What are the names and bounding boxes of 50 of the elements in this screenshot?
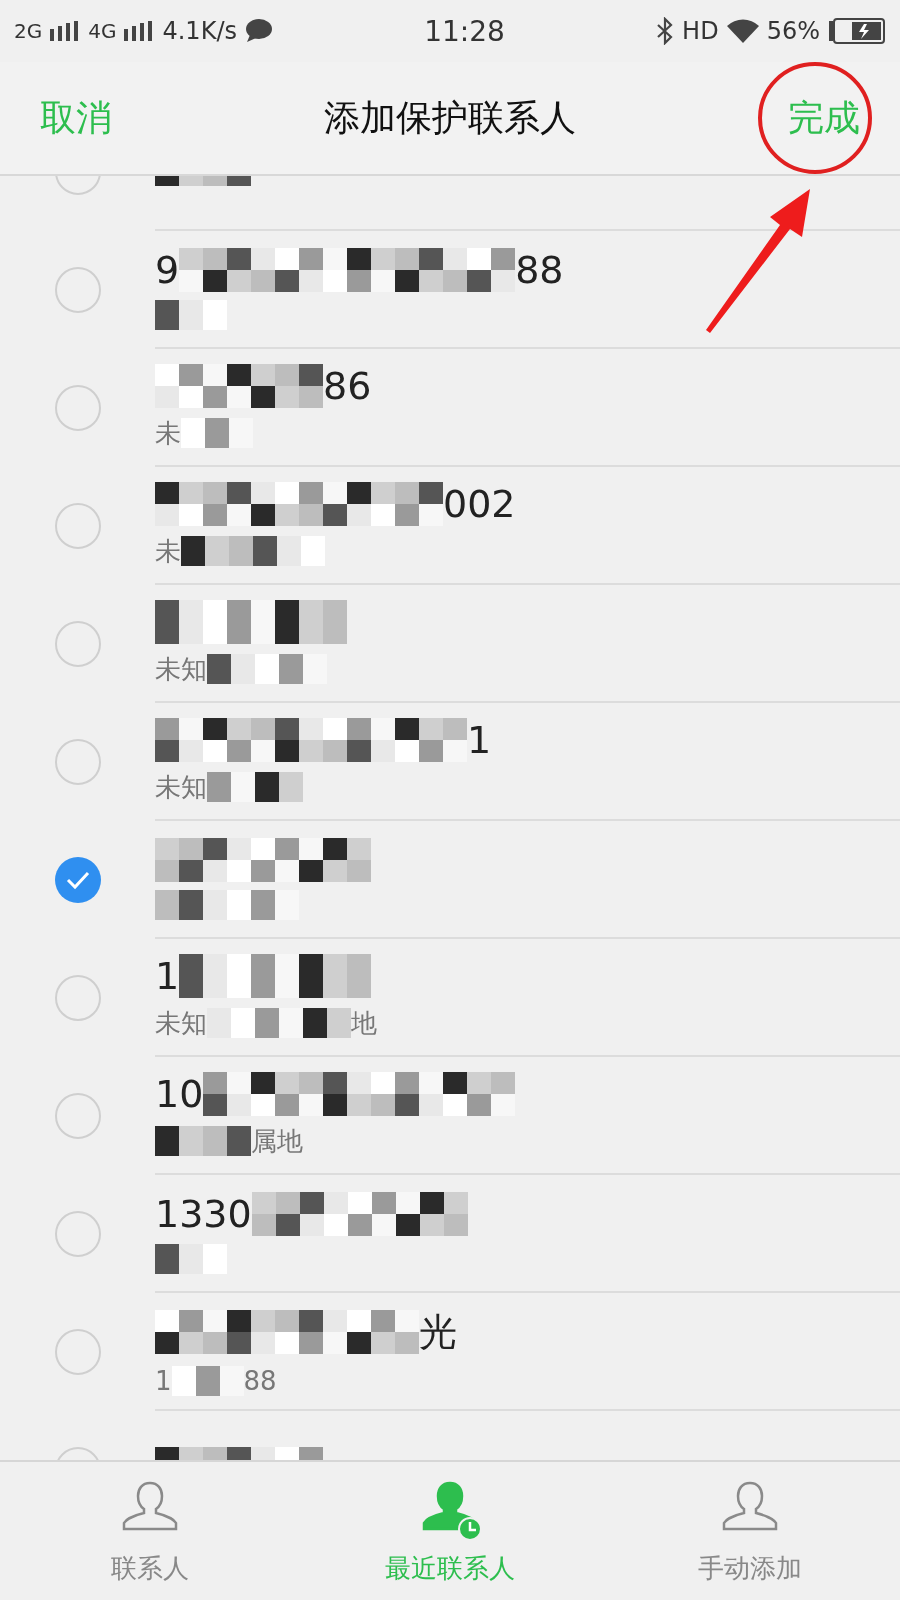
checkmark-icon: [64, 870, 91, 890]
tab[interactable]: 最近联系人: [300, 1462, 600, 1600]
tab[interactable]: 联系人: [0, 1462, 300, 1600]
battery-percent: 56%: [766, 17, 820, 45]
signal-icon: [50, 21, 81, 41]
contact-detail: 未知: [155, 652, 207, 686]
chat-bubble-icon: [244, 19, 273, 43]
wifi-icon: [726, 19, 759, 43]
contact-detail: 未: [155, 416, 181, 450]
select-checkbox[interactable]: [54, 1093, 101, 1139]
select-checkbox[interactable]: [54, 621, 101, 667]
clock-time: 11:28: [424, 14, 505, 48]
select-checkbox[interactable]: [54, 385, 101, 431]
contact-name: 1: [467, 717, 492, 762]
network-speed: 4.1K/s: [162, 17, 237, 45]
pixelated-text-drawing: [181, 418, 253, 448]
contact-detail: 属地: [251, 1124, 303, 1158]
battery-charging-icon: [828, 18, 886, 44]
bluetooth-icon: [656, 17, 675, 45]
contact-detail: 未知: [155, 1006, 207, 1040]
select-checkbox[interactable]: [54, 1329, 101, 1375]
tab[interactable]: 手动添加: [600, 1462, 900, 1600]
done-button[interactable]: 完成: [788, 87, 860, 149]
hd-label: HD: [682, 17, 719, 45]
contact-detail: 1: [155, 1365, 172, 1396]
contact-name: 9: [155, 248, 180, 292]
contact-name: 光: [419, 1308, 457, 1356]
contact-name: 1: [155, 953, 180, 998]
contact-name: 10: [155, 1071, 204, 1116]
select-checkbox[interactable]: [54, 739, 101, 785]
select-checkbox[interactable]: [54, 503, 101, 549]
contact-name: 1330: [155, 1192, 252, 1236]
page-title: 添加保护联系人: [324, 95, 576, 140]
contact-detail: 未: [155, 534, 181, 568]
contact-detail: 地: [351, 1006, 377, 1040]
cancel-button[interactable]: 取消: [40, 87, 112, 149]
pixelated-text-drawing: [155, 300, 227, 330]
contact-name: 002: [443, 481, 516, 526]
contact-detail: 未知: [155, 770, 207, 804]
pixelated-text-drawing: [155, 1244, 227, 1274]
select-checkbox[interactable]: [54, 857, 101, 903]
contact-name: 88: [515, 248, 564, 292]
network-label: 4G: [88, 19, 117, 43]
contact-detail: 88: [243, 1365, 277, 1396]
network-label: 2G: [14, 19, 43, 43]
signal-icon: [124, 21, 155, 41]
select-checkbox[interactable]: [54, 1211, 101, 1257]
select-checkbox[interactable]: [54, 267, 101, 313]
contact-name: 86: [323, 363, 372, 408]
select-checkbox[interactable]: [54, 975, 101, 1021]
